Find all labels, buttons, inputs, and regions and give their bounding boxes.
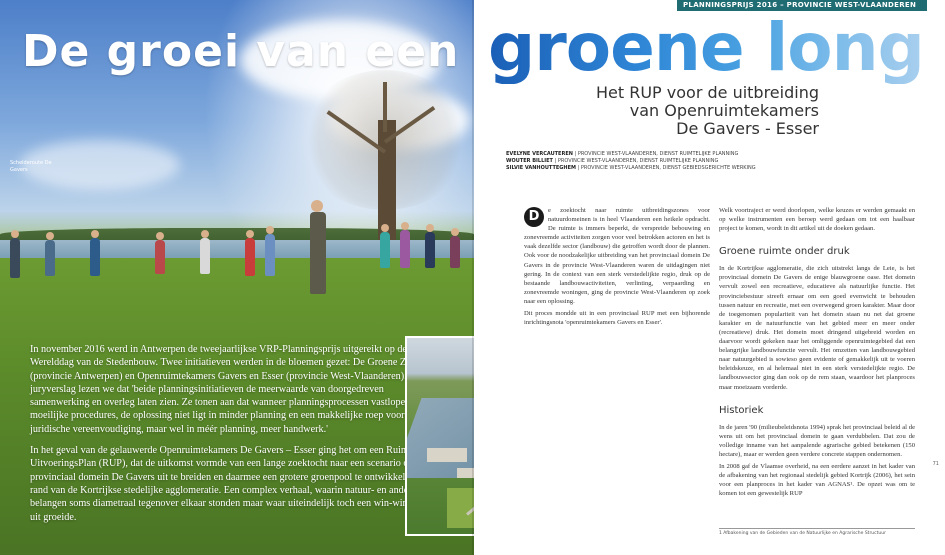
subtitle-line: Het RUP voor de uitbreiding — [595, 83, 819, 102]
person-figure — [90, 230, 100, 276]
subtitle-line: De Gavers - Esser — [676, 119, 819, 138]
photo-credit: Schelderoute De Gavers — [10, 160, 70, 174]
article-paragraph: In 2008 gaf de Vlaamse overheid, na een … — [719, 462, 915, 498]
subtitle: Het RUP voor de uitbreiding van Openruim… — [574, 84, 819, 138]
page-title-right: groene long — [488, 9, 925, 86]
author-line: WOUTER BILLIET | PROVINCIE WEST-VLAANDER… — [506, 158, 719, 164]
article-paragraph: In de Kortrijkse agglomeratie, die zich … — [719, 265, 915, 391]
person-figure — [450, 228, 460, 268]
person-figure — [245, 230, 255, 276]
section-heading: Groene ruimte onder druk — [719, 246, 850, 258]
footnote: 1 Afbakening van de Gebieden van de Natu… — [719, 528, 915, 536]
article-column-1: De zoektocht naar ruimte uitbreidingszon… — [524, 206, 710, 330]
author-name: WOUTER BILLIET — [506, 158, 553, 164]
author-list: EVELYNE VERCAUTEREN | PROVINCIE WEST-VLA… — [506, 151, 936, 172]
intro-paragraph: In november 2016 werd in Antwerpen de tw… — [30, 344, 433, 435]
article-paragraph: De zoektocht naar ruimte uitbreidingszon… — [524, 207, 710, 305]
section-heading: Historiek — [719, 404, 764, 416]
dropcap: D — [524, 207, 544, 227]
person-figure — [265, 226, 275, 276]
article-paragraph: Welk voortraject er werd doorlopen, welk… — [719, 207, 915, 233]
person-figure — [310, 200, 326, 294]
author-line: EVELYNE VERCAUTEREN | PROVINCIE WEST-VLA… — [506, 151, 739, 157]
person-figure — [200, 230, 210, 274]
subtitle-line: van Openruimtekamers — [629, 101, 819, 120]
person-figure — [425, 224, 435, 268]
author-line: SILVIE VANHOUTTEGHEM | PROVINCIE WEST-VL… — [506, 165, 756, 171]
left-page: De groei van een Schelderoute De Gavers … — [0, 0, 474, 555]
author-name: EVELYNE VERCAUTEREN — [506, 151, 573, 157]
article-paragraph: In de jaren '90 (milieubeleidsnota 1994)… — [719, 423, 915, 458]
author-name: SILVIE VANHOUTTEGHEM — [506, 165, 576, 171]
article-paragraph: Dit proces mondde uit in een provinciaal… — [524, 310, 710, 327]
article-column-2: Welk voortraject er werd doorlopen, welk… — [719, 206, 915, 501]
person-figure — [380, 224, 390, 268]
photo-credit-line: Gavers — [10, 167, 28, 173]
author-affiliation: PROVINCIE WEST-VLAANDEREN, DIENST GEBIED… — [580, 165, 756, 171]
person-figure — [155, 232, 165, 274]
page-number: 71 — [932, 461, 939, 467]
intro-paragraph: In het geval van de gelauwerde Openruimt… — [30, 445, 440, 523]
author-affiliation: PROVINCIE WEST-VLAANDEREN, DIENST RUIMTE… — [557, 158, 719, 164]
person-figure — [45, 232, 55, 276]
intro-text: In november 2016 werd in Antwerpen de tw… — [30, 343, 445, 532]
right-page: PLANNINGSPRIJS 2016 – PROVINCIE WEST-VLA… — [474, 0, 945, 555]
person-figure — [400, 222, 410, 268]
tree-branch — [383, 82, 387, 132]
page-title-left: De groei van een — [22, 26, 460, 77]
person-figure — [10, 230, 20, 278]
photo-credit-line: Schelderoute De — [10, 160, 52, 166]
author-affiliation: PROVINCIE WEST-VLAANDEREN, DIENST RUIMTE… — [577, 151, 739, 157]
building — [427, 448, 467, 462]
